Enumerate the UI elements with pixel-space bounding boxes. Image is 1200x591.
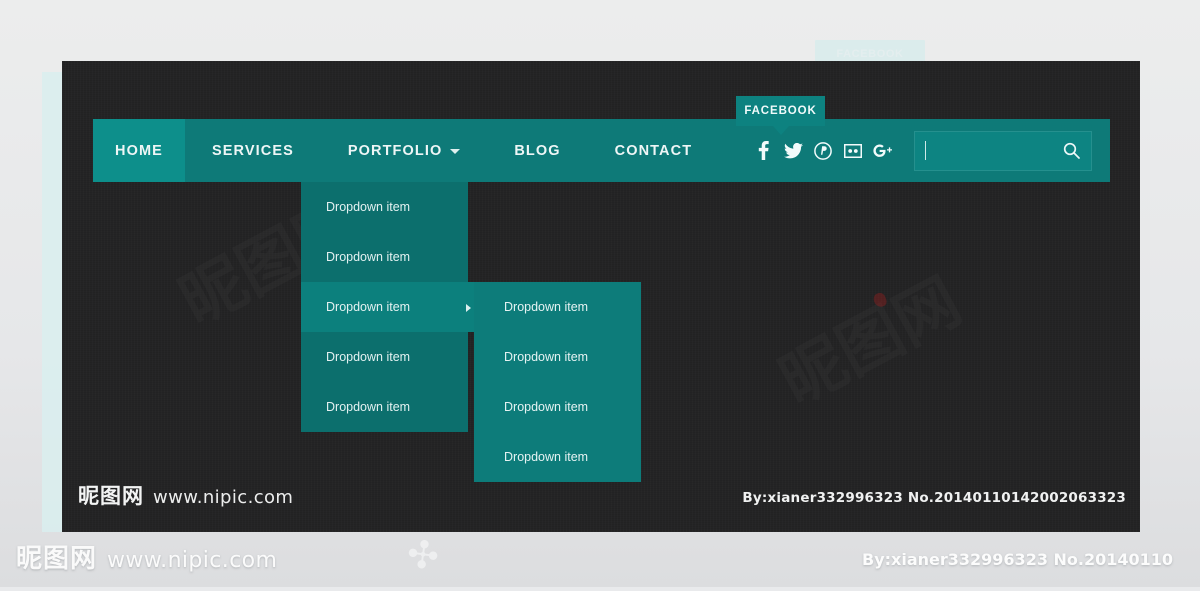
flickr-icon[interactable] <box>838 131 868 171</box>
submenu-item[interactable]: Dropdown item <box>474 432 641 482</box>
nav-right-cluster <box>748 119 1110 182</box>
search-icon[interactable] <box>1063 142 1080 164</box>
watermark-credit: By:xianer332996323 No.201401101420020633… <box>742 490 1126 506</box>
submenu-item-label: Dropdown item <box>504 300 589 314</box>
ghost-tooltip-label: FACEBOOK <box>836 48 904 60</box>
nav-item-contact-label: CONTACT <box>614 142 693 159</box>
portfolio-dropdown-menu: Dropdown item Dropdown item Dropdown ite… <box>301 182 493 432</box>
navigation-bar: HOME SERVICES PORTFOLIO BLOG CONTACT <box>93 119 1110 182</box>
submenu-item-label: Dropdown item <box>504 350 589 364</box>
watermark-brand-cn: 昵图网 <box>78 484 144 508</box>
dropdown-item-active[interactable]: Dropdown item <box>301 282 493 332</box>
twitter-icon[interactable] <box>778 131 808 171</box>
nav-item-blog-label: BLOG <box>514 142 561 159</box>
dropdown-item[interactable]: Dropdown item <box>301 382 468 432</box>
submenu-item-label: Dropdown item <box>504 400 589 414</box>
nav-item-portfolio[interactable]: PORTFOLIO <box>321 119 487 182</box>
nav-item-contact[interactable]: CONTACT <box>588 119 720 182</box>
background-bird-mark: ✣ <box>404 533 442 580</box>
nav-item-services[interactable]: SERVICES <box>185 119 321 182</box>
outer-watermark-brand: 昵图网 www.nipic.com <box>16 538 277 575</box>
dropdown-item-label: Dropdown item <box>326 200 411 214</box>
facebook-tooltip: FACEBOOK <box>736 96 825 135</box>
dropdown-item[interactable]: Dropdown item <box>301 182 468 232</box>
chevron-down-icon <box>450 149 461 154</box>
nav-item-home[interactable]: HOME <box>93 119 185 182</box>
portfolio-submenu: Dropdown item Dropdown item Dropdown ite… <box>474 282 641 482</box>
nav-item-services-label: SERVICES <box>212 142 294 159</box>
nav-item-portfolio-label: PORTFOLIO <box>347 142 443 159</box>
search-input[interactable] <box>915 131 1057 170</box>
outer-watermark-url: www.nipic.com <box>107 548 278 573</box>
background-watermark: 昵图网 <box>762 251 975 422</box>
nav-item-home-label: HOME <box>115 142 163 159</box>
outer-watermark-brand-cn: 昵图网 <box>16 544 98 574</box>
pinterest-icon[interactable] <box>808 131 838 171</box>
submenu-item-label: Dropdown item <box>504 450 589 464</box>
background-watermark-mark <box>871 291 889 309</box>
facebook-icon[interactable] <box>748 131 778 171</box>
ghost-layer-strip <box>42 72 63 532</box>
submenu-item[interactable]: Dropdown item <box>474 282 641 332</box>
submenu-item[interactable]: Dropdown item <box>474 382 641 432</box>
nav-item-blog[interactable]: BLOG <box>487 119 587 182</box>
text-cursor <box>925 140 926 160</box>
googleplus-icon[interactable] <box>868 131 898 171</box>
dropdown-item[interactable]: Dropdown item <box>301 232 468 282</box>
dropdown-item-label: Dropdown item <box>326 300 411 314</box>
watermark-url: www.nipic.com <box>153 487 294 508</box>
dropdown-item-label: Dropdown item <box>326 400 411 414</box>
watermark-brand: 昵图网 www.nipic.com <box>78 480 293 510</box>
submenu-item[interactable]: Dropdown item <box>474 332 641 382</box>
chevron-right-icon <box>466 304 471 312</box>
outer-watermark-credit: By:xianer332996323 No.20140110 <box>862 550 1174 569</box>
search-box[interactable] <box>914 130 1092 171</box>
tooltip-label: FACEBOOK <box>744 105 817 117</box>
dropdown-item[interactable]: Dropdown item <box>301 332 468 382</box>
dark-preview-panel: 昵图网 昵图网 HOME SERVICES PORTFOLIO BLOG CON… <box>62 61 1140 532</box>
dropdown-item-label: Dropdown item <box>326 350 411 364</box>
dropdown-item-label: Dropdown item <box>326 250 411 264</box>
